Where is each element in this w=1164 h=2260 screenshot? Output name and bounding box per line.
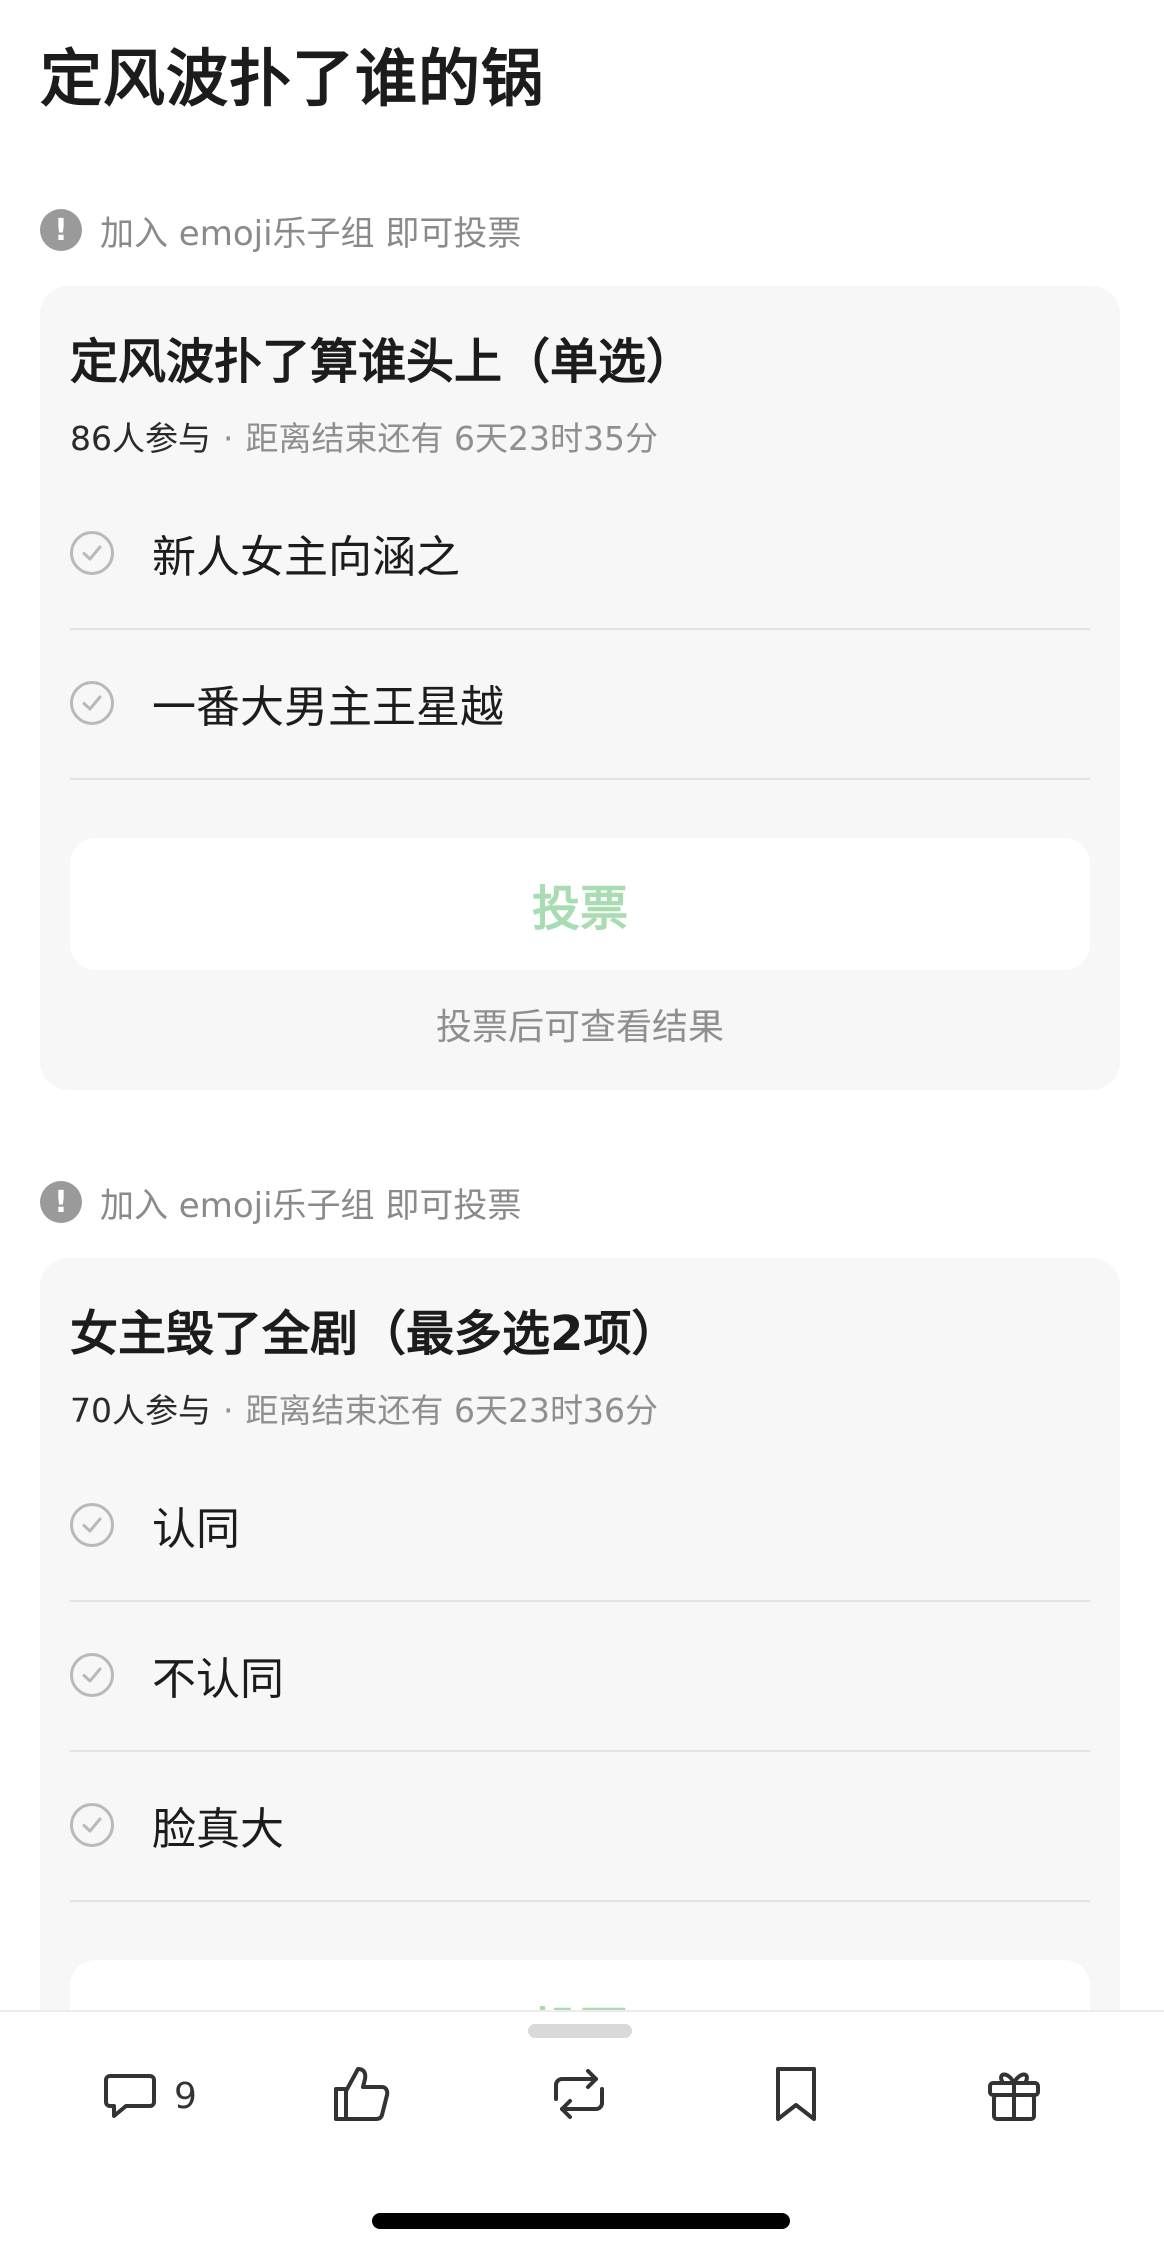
bookmark-icon xyxy=(770,2063,822,2129)
poll-option-label: 脸真大 xyxy=(152,1804,284,1855)
poll-meta: 86人参与 · 距离结束还有 6天23时35分 xyxy=(70,412,658,460)
participant-count: 86人参与 xyxy=(70,419,211,458)
poll-notice: ! 加入 emoji乐子组 即可投票 xyxy=(40,206,521,254)
meta-separator: · xyxy=(223,1391,234,1430)
poll-option-label: 一番大男主王星越 xyxy=(152,682,504,733)
deadline-text: 距离结束还有 6天23时36分 xyxy=(245,1391,658,1430)
like-button[interactable] xyxy=(330,2056,392,2136)
meta-separator: · xyxy=(223,419,234,458)
poll-option[interactable]: 一番大男主王星越 xyxy=(70,628,1090,780)
participant-count: 70人参与 xyxy=(70,1391,211,1430)
warning-icon: ! xyxy=(40,1181,82,1223)
vote-hint: 投票后可查看结果 xyxy=(435,1007,724,1048)
gift-button[interactable] xyxy=(984,2056,1044,2136)
repost-button[interactable] xyxy=(546,2056,612,2136)
poll-option[interactable]: 脸真大 xyxy=(70,1750,1090,1902)
poll-option[interactable]: 认同 xyxy=(70,1450,1090,1602)
comment-button[interactable]: 9 xyxy=(100,2056,197,2136)
gift-icon xyxy=(984,2063,1044,2129)
check-circle-icon xyxy=(70,1653,114,1697)
check-circle-icon xyxy=(70,1803,114,1847)
drag-handle[interactable] xyxy=(528,2024,632,2038)
poll-title: 定风波扑了算谁头上（单选） xyxy=(70,334,695,390)
page-title: 定风波扑了谁的锅 xyxy=(40,42,545,115)
comment-icon xyxy=(100,2064,160,2128)
warning-icon: ! xyxy=(40,209,82,251)
poll-notice-text: 加入 emoji乐子组 即可投票 xyxy=(100,1185,522,1226)
vote-button[interactable]: 投票 xyxy=(70,838,1090,970)
comment-count: 9 xyxy=(174,2075,197,2117)
check-circle-icon xyxy=(70,1503,114,1547)
poll-title: 女主毁了全剧（最多选2项） xyxy=(70,1306,680,1362)
home-indicator xyxy=(372,2213,790,2229)
poll-option[interactable]: 不认同 xyxy=(70,1600,1090,1752)
poll-notice-text: 加入 emoji乐子组 即可投票 xyxy=(100,213,522,254)
poll-notice: ! 加入 emoji乐子组 即可投票 xyxy=(40,1178,521,1226)
poll-option-label: 新人女主向涵之 xyxy=(152,532,460,583)
repost-icon xyxy=(546,2063,612,2129)
deadline-text: 距离结束还有 6天23时35分 xyxy=(245,419,658,458)
poll-option[interactable]: 新人女主向涵之 xyxy=(70,478,1090,630)
poll-option-label: 认同 xyxy=(152,1504,240,1555)
poll-card: 定风波扑了算谁头上（单选） 86人参与 · 距离结束还有 6天23时35分 新人女主… xyxy=(40,286,1120,1090)
poll-meta: 70人参与 · 距离结束还有 6天23时36分 xyxy=(70,1384,658,1432)
like-icon xyxy=(330,2063,392,2129)
poll-option-label: 不认同 xyxy=(152,1654,284,1705)
check-circle-icon xyxy=(70,531,114,575)
bookmark-button[interactable] xyxy=(770,2056,822,2136)
check-circle-icon xyxy=(70,681,114,725)
